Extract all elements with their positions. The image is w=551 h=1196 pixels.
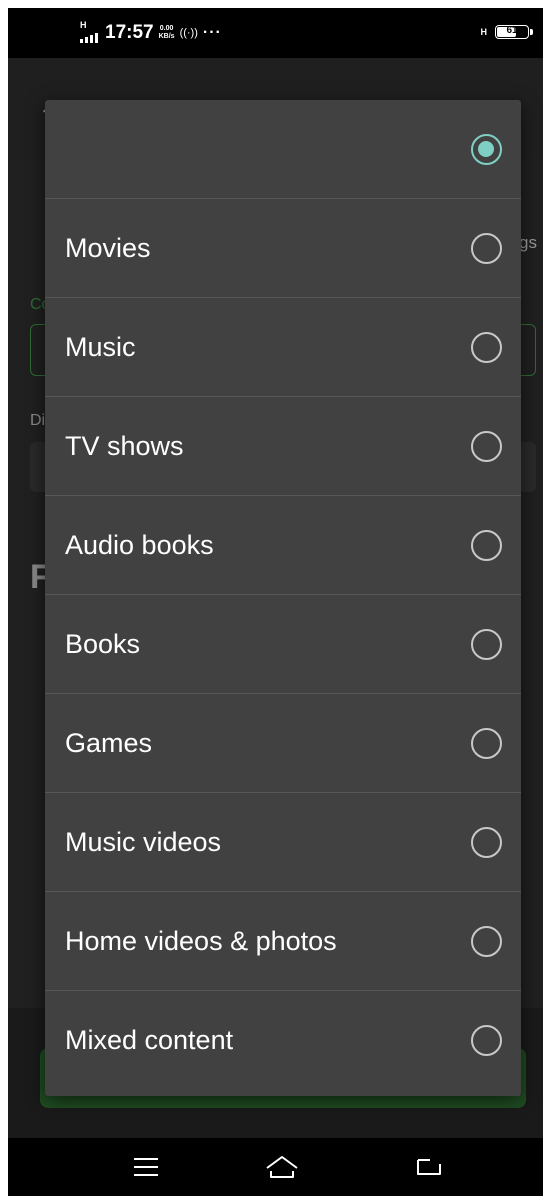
option-label: Books [65, 629, 141, 659]
option-label: Movies [65, 233, 151, 263]
radio-unselected-icon[interactable] [471, 728, 502, 759]
radio-unselected-icon[interactable] [471, 332, 502, 363]
signal-icon: H [80, 20, 100, 43]
battery-level: 61 [506, 25, 518, 36]
option-music[interactable]: Music [45, 298, 521, 397]
option-label: Audio books [65, 530, 214, 560]
option-books[interactable]: Books [45, 595, 521, 694]
option-games[interactable]: Games [45, 694, 521, 793]
back-icon[interactable] [408, 1152, 448, 1182]
option-tv-shows[interactable]: TV shows [45, 397, 521, 496]
radio-unselected-icon[interactable] [471, 233, 502, 264]
option-movies[interactable]: Movies [45, 199, 521, 298]
navigation-bar [8, 1138, 543, 1196]
option-label: Music videos [65, 827, 222, 857]
phone-screen: H 17:57 0.00 KB/s ((·)) ··· H 61 gs Co D… [8, 8, 543, 1196]
option-label: Home videos & photos [65, 926, 337, 956]
background-settings-fragment: gs [519, 233, 537, 252]
more-notifications-icon: ··· [202, 24, 222, 41]
option-none[interactable] [45, 100, 521, 199]
radio-unselected-icon[interactable] [471, 530, 502, 561]
radio-unselected-icon[interactable] [471, 431, 502, 462]
network-type-icon: H [480, 26, 488, 37]
radio-unselected-icon[interactable] [471, 926, 502, 957]
status-bar: H 17:57 0.00 KB/s ((·)) ··· H 61 [8, 8, 543, 58]
home-icon[interactable] [262, 1152, 302, 1182]
option-mixed-content[interactable]: Mixed content [45, 991, 521, 1090]
network-speed: 0.00 KB/s [158, 25, 175, 40]
option-label: Music [65, 332, 136, 362]
option-audio-books[interactable]: Audio books [45, 496, 521, 595]
menu-icon[interactable] [126, 1152, 166, 1182]
battery-icon: 61 [495, 25, 533, 39]
option-label: Mixed content [65, 1025, 234, 1055]
option-label: TV shows [65, 431, 184, 461]
option-music-videos[interactable]: Music videos [45, 793, 521, 892]
option-home-videos-photos[interactable]: Home videos & photos [45, 892, 521, 991]
option-label: Games [65, 728, 153, 758]
hotspot-icon: ((·)) [179, 27, 198, 39]
content-type-dialog: Movies Music TV shows Audio books Books … [45, 100, 521, 1096]
radio-unselected-icon[interactable] [471, 827, 502, 858]
radio-unselected-icon[interactable] [471, 629, 502, 660]
display-name-label-fragment: Di [30, 412, 46, 429]
clock: 17:57 [105, 22, 154, 43]
radio-selected-icon[interactable] [471, 134, 502, 165]
radio-unselected-icon[interactable] [471, 1025, 502, 1056]
